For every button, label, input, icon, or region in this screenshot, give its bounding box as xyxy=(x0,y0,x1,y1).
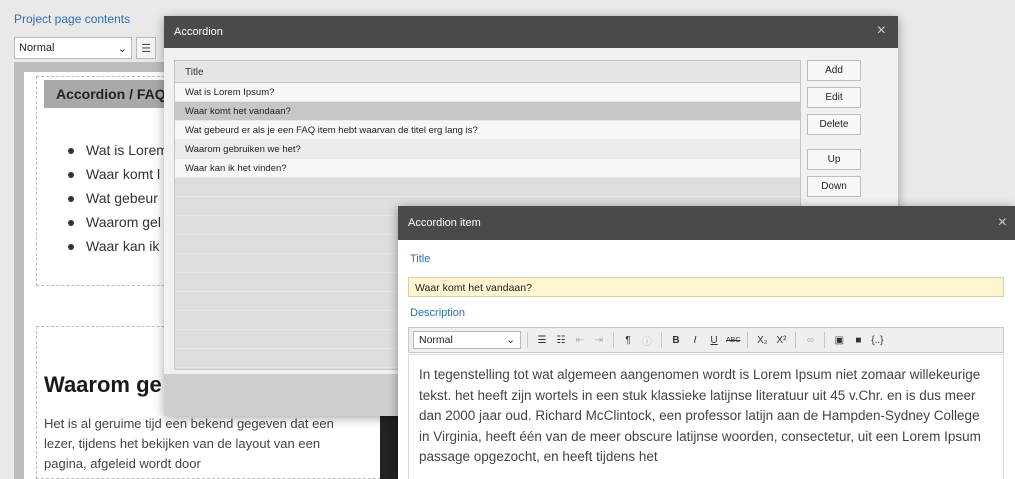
bg-format-value: Normal xyxy=(19,42,55,54)
table-row[interactable]: Waarom gebruiken we het? xyxy=(175,140,800,159)
title-label: Title xyxy=(410,253,431,265)
image-icon[interactable]: ▣ xyxy=(831,331,847,349)
accordion-dialog-title: Accordion xyxy=(174,26,223,38)
faq-item-list: Wat is Lorem Waar komt l Wat gebeur Waar… xyxy=(68,138,168,258)
edit-button[interactable]: Edit xyxy=(807,87,861,108)
bg-format-select[interactable]: Normal ⌄ xyxy=(14,37,132,59)
empty-row xyxy=(175,178,800,197)
column-header-title[interactable]: Title xyxy=(175,61,800,83)
description-editor[interactable]: In tegenstelling tot wat algemeen aangen… xyxy=(408,354,1004,479)
faq-item: Wat gebeur xyxy=(68,186,168,210)
superscript-button[interactable]: X² xyxy=(773,331,789,349)
accordion-item-dialog-title: Accordion item xyxy=(408,217,481,229)
accordion-item-dialog-header: Accordion item × xyxy=(398,206,1015,240)
info-icon[interactable]: ⓘ xyxy=(639,331,655,349)
bold-button[interactable]: B xyxy=(668,331,684,349)
link-icon[interactable]: ∞ xyxy=(802,331,818,349)
add-button[interactable]: Add xyxy=(807,60,861,81)
bulleted-list-icon[interactable]: ☰ xyxy=(534,331,550,349)
description-label: Description xyxy=(410,307,466,319)
title-input[interactable]: Waar komt het vandaan? xyxy=(408,277,1004,297)
format-select[interactable]: Normal ⌄ xyxy=(413,331,521,349)
faq-item: Wat is Lorem xyxy=(68,138,168,162)
accordion-dialog-header: Accordion × xyxy=(164,16,898,48)
paragraph-icon[interactable]: ¶ xyxy=(620,331,636,349)
video-icon[interactable]: ■ xyxy=(850,331,866,349)
bulleted-list-icon[interactable]: ☰ xyxy=(136,37,156,59)
bg-editor-toolbar: Normal ⌄ ☰ xyxy=(14,36,174,60)
section-body-text: Het is al geruime tijd een bekend gegeve… xyxy=(44,416,334,471)
outdent-icon[interactable]: ⇤ xyxy=(572,331,588,349)
table-row[interactable]: Waar kan ik het vinden? xyxy=(175,159,800,178)
italic-button[interactable]: I xyxy=(687,331,703,349)
rich-text-toolbar: Normal ⌄ ☰ ☷ ⇤ ⇥ ¶ ⓘ B I U ABC X₂ X² ∞ ▣… xyxy=(408,327,1004,353)
chevron-down-icon: ⌄ xyxy=(117,42,127,55)
faq-item: Waar kan ik xyxy=(68,234,168,258)
page-title: Project page contents xyxy=(14,12,131,26)
delete-button[interactable]: Delete xyxy=(807,114,861,135)
numbered-list-icon[interactable]: ☷ xyxy=(553,331,569,349)
section-heading: Waarom ge xyxy=(44,372,162,397)
faq-item: Waarom gel xyxy=(68,210,168,234)
table-row-selected[interactable]: Waar komt het vandaan? xyxy=(175,102,800,121)
table-row[interactable]: Wat gebeurd er als je een FAQ item hebt … xyxy=(175,121,800,140)
close-icon[interactable]: × xyxy=(877,23,886,39)
subscript-button[interactable]: X₂ xyxy=(754,331,770,349)
format-select-value: Normal xyxy=(419,334,453,346)
indent-icon[interactable]: ⇥ xyxy=(591,331,607,349)
move-up-button[interactable]: Up xyxy=(807,149,861,170)
faq-item: Waar komt l xyxy=(68,162,168,186)
code-button[interactable]: {..} xyxy=(869,331,885,349)
move-down-button[interactable]: Down xyxy=(807,176,861,197)
chevron-down-icon: ⌄ xyxy=(506,334,515,346)
underline-button[interactable]: U xyxy=(706,331,722,349)
accordion-item-dialog: Accordion item × Title Waar komt het van… xyxy=(398,206,1015,479)
close-icon[interactable]: × xyxy=(998,215,1007,231)
strikethrough-button[interactable]: ABC xyxy=(725,331,741,349)
table-row[interactable]: Wat is Lorem Ipsum? xyxy=(175,83,800,102)
